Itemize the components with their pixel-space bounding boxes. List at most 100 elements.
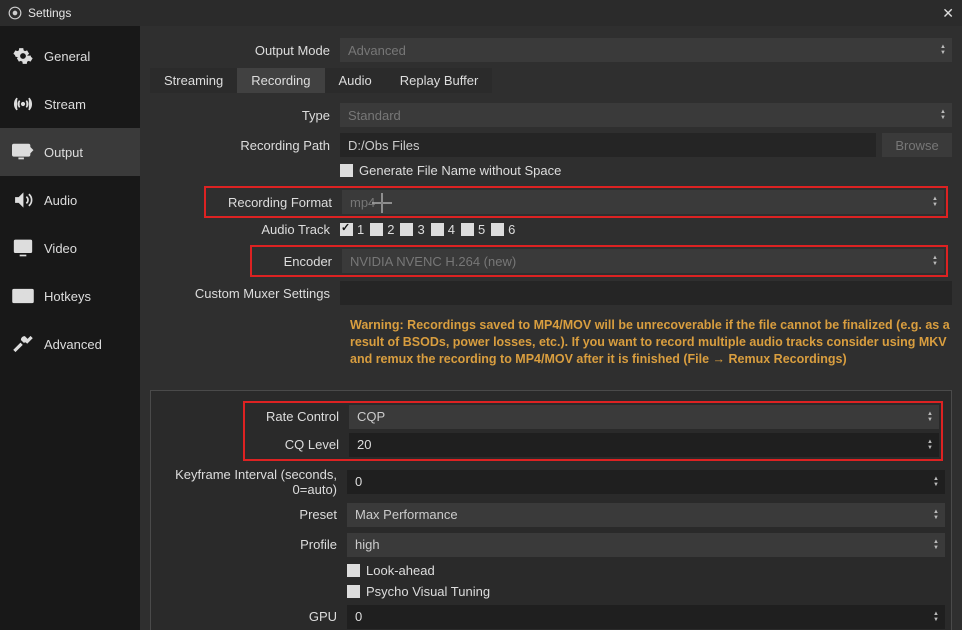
audio-track-4[interactable]: 4 bbox=[431, 222, 455, 237]
audio-tracks: 1 2 3 4 5 6 bbox=[340, 222, 952, 237]
rate-control-label: Rate Control bbox=[247, 409, 349, 424]
monitor-arrow-icon bbox=[12, 141, 34, 163]
output-mode-dropdown[interactable]: Advanced ▲▼ bbox=[340, 38, 952, 62]
keyframe-value: 0 bbox=[355, 474, 362, 489]
type-value: Standard bbox=[348, 108, 401, 123]
tab-audio[interactable]: Audio bbox=[325, 68, 386, 93]
sidebar-item-advanced[interactable]: Advanced bbox=[0, 320, 140, 368]
sidebar-item-hotkeys[interactable]: Hotkeys bbox=[0, 272, 140, 320]
muxer-label: Custom Muxer Settings bbox=[150, 286, 340, 301]
titlebar: Settings ✕ bbox=[0, 0, 962, 26]
checkbox-icon bbox=[347, 564, 360, 577]
spin-updown-icon[interactable]: ▲▼ bbox=[929, 607, 943, 627]
gear-icon bbox=[12, 45, 34, 67]
sidebar-item-label: Output bbox=[44, 145, 83, 160]
profile-label: Profile bbox=[157, 537, 347, 552]
checkbox-icon bbox=[400, 223, 413, 236]
encoder-value: NVIDIA NVENC H.264 (new) bbox=[350, 254, 516, 269]
recording-path-input[interactable]: D:/Obs Files bbox=[340, 133, 876, 157]
keyboard-icon bbox=[12, 285, 34, 307]
gpu-input[interactable]: 0 ▲▼ bbox=[347, 605, 945, 629]
tab-recording[interactable]: Recording bbox=[237, 68, 324, 93]
audio-track-6[interactable]: 6 bbox=[491, 222, 515, 237]
profile-dropdown[interactable]: high ▲▼ bbox=[347, 533, 945, 557]
audio-track-5[interactable]: 5 bbox=[461, 222, 485, 237]
chevron-updown-icon: ▲▼ bbox=[923, 407, 937, 427]
close-icon[interactable]: ✕ bbox=[942, 5, 954, 22]
lookahead-checkbox[interactable]: Look-ahead bbox=[347, 563, 435, 578]
sidebar-item-label: Stream bbox=[44, 97, 86, 112]
chevron-updown-icon: ▲▼ bbox=[936, 40, 950, 60]
sidebar-item-label: Advanced bbox=[44, 337, 102, 352]
preset-dropdown[interactable]: Max Performance ▲▼ bbox=[347, 503, 945, 527]
gpu-label: GPU bbox=[157, 609, 347, 624]
app-logo-icon bbox=[8, 6, 22, 20]
checkbox-icon bbox=[461, 223, 474, 236]
checkbox-icon bbox=[370, 223, 383, 236]
recording-format-value: mp4 bbox=[350, 195, 375, 210]
profile-value: high bbox=[355, 537, 380, 552]
spin-updown-icon[interactable]: ▲▼ bbox=[923, 435, 937, 455]
checkbox-icon bbox=[340, 164, 353, 177]
output-mode-label: Output Mode bbox=[150, 43, 340, 58]
tab-streaming[interactable]: Streaming bbox=[150, 68, 237, 93]
sidebar-item-label: Audio bbox=[44, 193, 77, 208]
gpu-value: 0 bbox=[355, 609, 362, 624]
checkbox-icon bbox=[340, 223, 353, 236]
cq-level-input[interactable]: 20 ▲▼ bbox=[349, 433, 939, 457]
recording-path-value: D:/Obs Files bbox=[348, 138, 420, 153]
lookahead-label: Look-ahead bbox=[366, 563, 435, 578]
chevron-updown-icon: ▲▼ bbox=[928, 251, 942, 271]
recording-path-label: Recording Path bbox=[150, 138, 340, 153]
muxer-input[interactable] bbox=[340, 281, 952, 305]
speaker-icon bbox=[12, 189, 34, 211]
chevron-updown-icon: ▲▼ bbox=[929, 505, 943, 525]
chevron-updown-icon: ▲▼ bbox=[936, 105, 950, 125]
audio-track-label: Audio Track bbox=[150, 222, 340, 237]
window-title: Settings bbox=[28, 6, 71, 20]
sidebar-item-output[interactable]: Output bbox=[0, 128, 140, 176]
psycho-visual-checkbox[interactable]: Psycho Visual Tuning bbox=[347, 584, 490, 599]
mp4-warning: Warning: Recordings saved to MP4/MOV wil… bbox=[350, 317, 952, 368]
content-area: Output Mode Advanced ▲▼ Streaming Record… bbox=[140, 26, 962, 630]
sidebar-item-label: Hotkeys bbox=[44, 289, 91, 304]
encoder-settings-panel: Rate Control CQP ▲▼ CQ Level 20 ▲▼ bbox=[150, 390, 952, 630]
keyframe-input[interactable]: 0 ▲▼ bbox=[347, 470, 945, 494]
sidebar-item-stream[interactable]: Stream bbox=[0, 80, 140, 128]
settings-sidebar: General Stream Output Audio Video Hotkey… bbox=[0, 26, 140, 630]
tab-replay-buffer[interactable]: Replay Buffer bbox=[386, 68, 493, 93]
recording-format-dropdown[interactable]: mp4 ▲▼ bbox=[342, 190, 944, 214]
sidebar-item-video[interactable]: Video bbox=[0, 224, 140, 272]
psycho-visual-label: Psycho Visual Tuning bbox=[366, 584, 490, 599]
checkbox-icon bbox=[347, 585, 360, 598]
audio-track-3[interactable]: 3 bbox=[400, 222, 424, 237]
sidebar-item-label: Video bbox=[44, 241, 77, 256]
encoder-label: Encoder bbox=[254, 254, 342, 269]
keyframe-label: Keyframe Interval (seconds, 0=auto) bbox=[157, 467, 347, 497]
sidebar-item-general[interactable]: General bbox=[0, 32, 140, 80]
generate-filename-checkbox[interactable]: Generate File Name without Space bbox=[340, 163, 561, 178]
encoder-dropdown[interactable]: NVIDIA NVENC H.264 (new) ▲▼ bbox=[342, 249, 944, 273]
type-label: Type bbox=[150, 108, 340, 123]
rate-control-value: CQP bbox=[357, 409, 385, 424]
recording-format-label: Recording Format bbox=[208, 195, 342, 210]
output-tabs: Streaming Recording Audio Replay Buffer bbox=[150, 68, 952, 93]
preset-value: Max Performance bbox=[355, 507, 458, 522]
type-dropdown[interactable]: Standard ▲▼ bbox=[340, 103, 952, 127]
monitor-icon bbox=[12, 237, 34, 259]
spin-updown-icon[interactable]: ▲▼ bbox=[929, 472, 943, 492]
sidebar-item-label: General bbox=[44, 49, 90, 64]
chevron-updown-icon: ▲▼ bbox=[928, 192, 942, 212]
audio-track-2[interactable]: 2 bbox=[370, 222, 394, 237]
browse-button[interactable]: Browse bbox=[882, 133, 952, 157]
checkbox-icon bbox=[431, 223, 444, 236]
cq-level-value: 20 bbox=[357, 437, 371, 452]
preset-label: Preset bbox=[157, 507, 347, 522]
broadcast-icon bbox=[12, 93, 34, 115]
sidebar-item-audio[interactable]: Audio bbox=[0, 176, 140, 224]
checkbox-icon bbox=[491, 223, 504, 236]
tools-icon bbox=[12, 333, 34, 355]
generate-filename-label: Generate File Name without Space bbox=[359, 163, 561, 178]
audio-track-1[interactable]: 1 bbox=[340, 222, 364, 237]
rate-control-dropdown[interactable]: CQP ▲▼ bbox=[349, 405, 939, 429]
